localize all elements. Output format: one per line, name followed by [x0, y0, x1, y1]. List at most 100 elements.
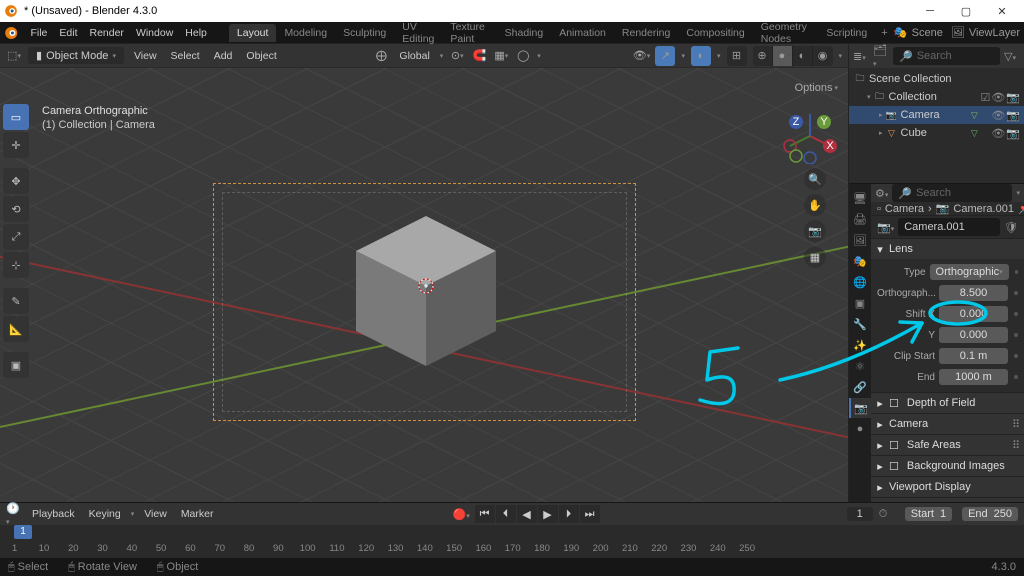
window-maximize-button[interactable]: ▢ [948, 0, 984, 22]
shift-x-field[interactable]: 0.000 [939, 306, 1008, 322]
breadcrumb-data[interactable]: Camera.001 [953, 203, 1014, 215]
outliner-collection[interactable]: ▾ 🗀 Collection ☑👁📷 [849, 88, 1024, 106]
eye-icon[interactable]: 👁 [991, 127, 1005, 140]
prop-tab-data-camera[interactable]: 📷 [849, 398, 871, 418]
tool-add-cube[interactable]: ▣ [3, 352, 29, 378]
datablock-name-field[interactable]: Camera.001 [898, 218, 1000, 236]
properties-editor-icon[interactable]: ⚙▾ [875, 187, 888, 200]
preview-range-icon[interactable]: ⏱ [879, 508, 895, 521]
tool-measure[interactable]: 📐 [3, 316, 29, 342]
timeline-menu-view[interactable]: View [140, 508, 171, 520]
clip-start-field[interactable]: 0.1 m [939, 348, 1008, 364]
clip-end-field[interactable]: 1000 m [939, 369, 1008, 385]
proportional-icon[interactable]: ◯ [515, 48, 531, 64]
xray-toggle[interactable]: ⊞ [727, 46, 747, 66]
tab-compositing[interactable]: Compositing [678, 24, 752, 42]
lens-type-dropdown[interactable]: Orthographic▾ [930, 264, 1009, 280]
menu-file[interactable]: File [24, 27, 53, 39]
cube-object[interactable] [356, 216, 516, 376]
tab-uv-editing[interactable]: UV Editing [394, 18, 442, 48]
tool-transform[interactable]: ⊹ [3, 252, 29, 278]
prop-tab-render[interactable]: 🖥 [849, 188, 871, 208]
prop-tab-physics[interactable]: ⚛ [849, 356, 871, 376]
viewport-3d[interactable]: Options ▾ Camera Orthographic (1) Collec… [0, 68, 848, 502]
viewport-menu-add[interactable]: Add [210, 50, 237, 62]
shading-solid[interactable]: ● [773, 46, 793, 66]
outliner-camera[interactable]: ▸ 📷 Camera ▽ 👁📷 [849, 106, 1024, 124]
tab-layout[interactable]: Layout [229, 24, 277, 42]
tab-scripting[interactable]: Scripting [818, 24, 875, 42]
tool-annotate[interactable]: ✎ [3, 288, 29, 314]
viewportdisplay-panel-header[interactable]: ▸Viewport Display [871, 477, 1024, 497]
tab-texture-paint[interactable]: Texture Paint [442, 18, 496, 48]
eye-icon[interactable]: 👁 [991, 109, 1005, 122]
outliner-filter-icon[interactable]: ▽▾ [1004, 50, 1020, 63]
render-icon[interactable]: 📷 [1006, 91, 1020, 104]
prop-tab-world[interactable]: 🌐 [849, 272, 871, 292]
scene-selector[interactable]: 🎭 Scene [894, 26, 943, 40]
outliner-scene-collection[interactable]: 🗀 Scene Collection [849, 70, 1024, 88]
tab-modeling[interactable]: Modeling [276, 24, 335, 42]
jump-end-button[interactable]: ⏭ [580, 505, 600, 523]
visibility-icon[interactable]: 👁▾ [633, 48, 649, 64]
nav-perspective[interactable]: ▦ [804, 246, 826, 268]
viewport-menu-view[interactable]: View [130, 50, 161, 62]
transform-orientation[interactable]: Global [395, 50, 433, 62]
outliner-editor-icon[interactable]: ≣▾ [853, 50, 869, 63]
shift-y-field[interactable]: 0.000 [939, 327, 1008, 343]
shading-material[interactable]: ◐ [793, 46, 813, 66]
outliner-view-icon[interactable]: 🗂▾ [873, 44, 889, 69]
current-frame-field[interactable]: 1 [847, 507, 873, 521]
nav-pan[interactable]: ✋ [804, 194, 826, 216]
breadcrumb-object[interactable]: Camera [885, 203, 924, 215]
start-frame-field[interactable]: Start1 [905, 507, 952, 521]
outliner-cube[interactable]: ▸ ▽ Cube ▽ 👁📷 [849, 124, 1024, 142]
viewlayer-selector[interactable]: 🖼 ViewLayer [951, 26, 1020, 40]
mode-dropdown[interactable]: ▮ Object Mode ▾ [28, 47, 124, 64]
end-frame-field[interactable]: End250 [962, 507, 1018, 521]
prop-tab-object[interactable]: ▣ [849, 293, 871, 313]
overlay-toggle[interactable]: ◐ [691, 46, 711, 66]
keyframe-prev-button[interactable]: ⏴ [496, 505, 516, 523]
jump-start-button[interactable]: ⏮ [475, 505, 495, 523]
menu-edit[interactable]: Edit [53, 27, 83, 39]
expand-icon[interactable]: ▸ [879, 111, 883, 119]
menu-help[interactable]: Help [179, 27, 213, 39]
properties-search[interactable]: 🔎Search [892, 184, 1012, 202]
viewport-menu-select[interactable]: Select [167, 50, 204, 62]
camera-panel-header[interactable]: ▸Camera⠿ [871, 414, 1024, 434]
tool-move[interactable]: ✥ [3, 168, 29, 194]
play-button[interactable]: ▶ [538, 505, 558, 523]
tool-select-box[interactable]: ▭ [3, 104, 29, 130]
tab-animation[interactable]: Animation [551, 24, 614, 42]
checkbox-icon[interactable]: ☑ [980, 91, 990, 104]
bgimages-panel-header[interactable]: ▸☐Background Images [871, 456, 1024, 476]
lens-panel-header[interactable]: ▾Lens [871, 239, 1024, 259]
menu-window[interactable]: Window [130, 27, 179, 39]
camera-datablock-icon[interactable]: 📷▾ [877, 221, 894, 234]
timeline-menu-playback[interactable]: Playback [28, 508, 79, 520]
prop-tab-output[interactable]: 🖨 [849, 209, 871, 229]
tab-shading[interactable]: Shading [497, 24, 552, 42]
window-minimize-button[interactable]: ─ [912, 0, 948, 22]
render-icon[interactable]: 📷 [1006, 127, 1020, 140]
prop-tab-modifiers[interactable]: 🔧 [849, 314, 871, 334]
animation-panel-header[interactable]: ▸Animation [871, 498, 1024, 502]
tool-rotate[interactable]: ⟲ [3, 196, 29, 222]
dof-panel-header[interactable]: ▸☐Depth of Field [871, 393, 1024, 413]
outliner-search[interactable]: 🔎Search [893, 47, 1000, 65]
prop-tab-material[interactable]: ● [849, 419, 871, 439]
tab-add-button[interactable]: + [875, 27, 893, 39]
snap-icon[interactable]: 🧲 [471, 48, 487, 64]
shading-rendered[interactable]: ◉ [813, 46, 833, 66]
timeline-editor-icon[interactable]: 🕐▾ [6, 502, 22, 527]
menu-render[interactable]: Render [83, 27, 129, 39]
tab-sculpting[interactable]: Sculpting [335, 24, 394, 42]
nav-camera[interactable]: 📷 [804, 220, 826, 242]
prop-tab-viewlayer[interactable]: 🖼 [849, 230, 871, 250]
expand-icon[interactable]: ▾ [867, 93, 871, 101]
timeline-menu-keying[interactable]: Keying [85, 508, 125, 520]
prop-tab-scene[interactable]: 🎭 [849, 251, 871, 271]
render-icon[interactable]: 📷 [1006, 109, 1020, 122]
eye-icon[interactable]: 👁 [991, 91, 1005, 104]
